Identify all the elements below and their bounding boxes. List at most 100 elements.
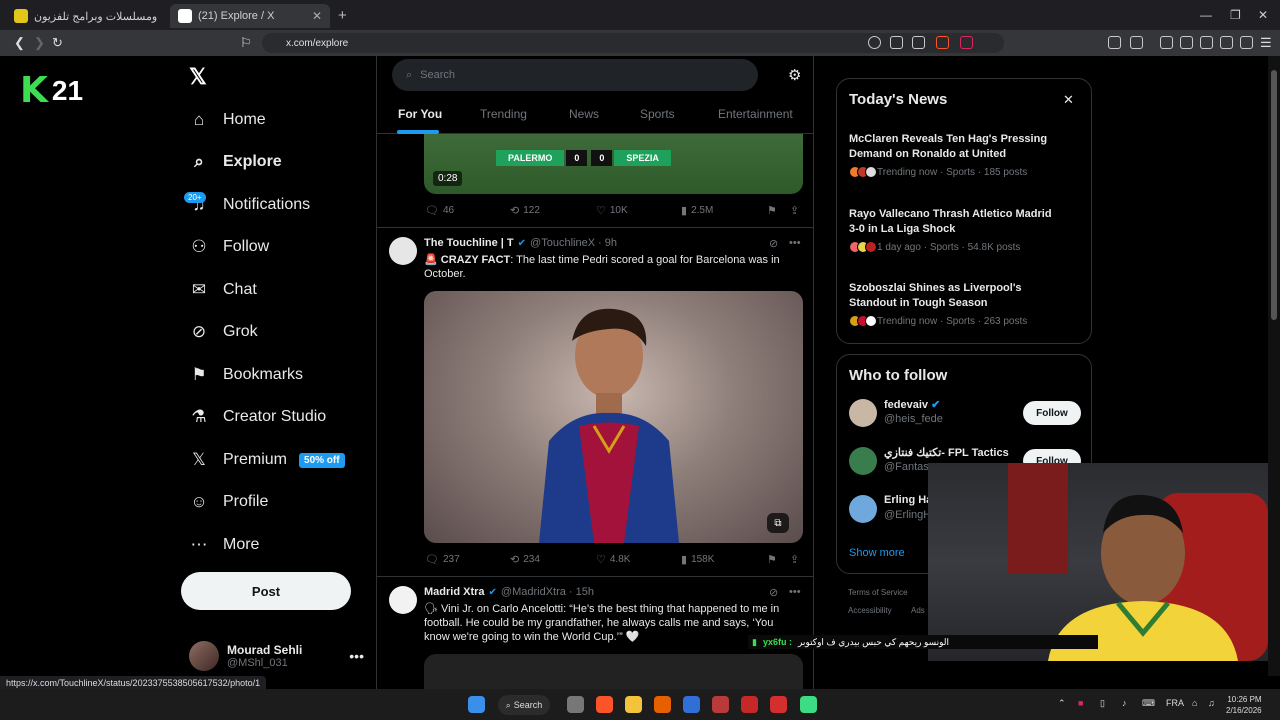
sidebar-item-profile[interactable]: ☺ Profile: [188, 482, 268, 522]
network-icon[interactable]: ⌂: [1192, 698, 1197, 708]
app-icon[interactable]: [683, 696, 700, 713]
reply-button[interactable]: 🗨 46: [425, 204, 454, 217]
start-icon[interactable]: [468, 696, 485, 713]
like-button[interactable]: ♡ 4.8K: [596, 553, 630, 566]
sidebar-item-chat[interactable]: ✉ Chat: [188, 270, 257, 310]
share-button[interactable]: ⇪: [790, 553, 803, 566]
scrollbar-thumb[interactable]: [1271, 70, 1277, 320]
task-view-icon[interactable]: [567, 696, 584, 713]
browser-tab-active[interactable]: (21) Explore / X ✕: [170, 4, 330, 28]
tab-entertainment[interactable]: Entertainment: [718, 107, 793, 121]
menu-icon[interactable]: ☰: [1260, 35, 1272, 51]
sidebar-item-home[interactable]: ⌂ Home: [188, 100, 266, 140]
sidebar-item-explore[interactable]: ⌕ Explore: [188, 142, 281, 182]
tweet-time[interactable]: · 9h: [598, 237, 617, 249]
firefox-icon[interactable]: [654, 696, 671, 713]
tweet-photo[interactable]: ⧉: [424, 291, 803, 543]
keyboard-icon[interactable]: ⌨: [1142, 698, 1155, 709]
back-icon[interactable]: ❮: [14, 35, 25, 51]
mic-icon[interactable]: ♪: [1122, 698, 1127, 708]
close-icon[interactable]: ✕: [1063, 92, 1074, 108]
share-button[interactable]: ⇪: [790, 204, 803, 217]
share-icon[interactable]: [912, 36, 925, 49]
search-input[interactable]: ⌕ Search: [392, 59, 758, 91]
app-icon[interactable]: [770, 696, 787, 713]
brave-app-icon[interactable]: [596, 696, 613, 713]
reply-button[interactable]: 🗨 237: [425, 553, 460, 566]
tab-for-you[interactable]: For You: [398, 107, 442, 121]
post-button[interactable]: Post: [181, 572, 351, 610]
battery-icon[interactable]: ▯: [1100, 698, 1105, 709]
new-tab-icon[interactable]: +: [338, 7, 347, 24]
follow-button[interactable]: Follow: [1023, 401, 1081, 425]
show-more-link[interactable]: Show more: [849, 547, 905, 559]
bookmark-button[interactable]: ⚑: [767, 553, 781, 566]
author-handle[interactable]: @MadridXtra: [501, 586, 566, 598]
taskbar-search[interactable]: ⌕ Search: [498, 695, 550, 715]
sidebar-toggle-icon[interactable]: [1130, 36, 1143, 49]
sidebar-item-follow[interactable]: ⚇ Follow: [188, 227, 269, 267]
wallet-icon[interactable]: [1200, 36, 1213, 49]
language-indicator[interactable]: FRA: [1166, 698, 1184, 708]
media-icon[interactable]: [1160, 36, 1173, 49]
sidebar-item-more[interactable]: ⋯ More: [188, 525, 260, 565]
views-button[interactable]: ▮ 2.5M: [681, 204, 713, 217]
bookmark-page-icon[interactable]: ⚐: [240, 35, 252, 51]
more-icon[interactable]: •••: [789, 586, 801, 598]
like-button[interactable]: ♡ 10K: [596, 204, 628, 217]
news-item[interactable]: McClaren Reveals Ten Hag's Pressing Dema…: [849, 132, 1055, 178]
follow-suggestion[interactable]: fedevaiv ✔ @heis_fede Follow: [849, 397, 1081, 433]
author-name[interactable]: The Touchline | T: [424, 237, 514, 249]
sidebar-item-premium[interactable]: 𝕏 Premium 50% off: [188, 440, 345, 480]
tweet-photo[interactable]: [424, 654, 803, 689]
views-button[interactable]: ▮ 158K: [681, 553, 714, 566]
tweet-time[interactable]: · 15h: [569, 586, 594, 598]
file-explorer-icon[interactable]: [625, 696, 642, 713]
sidebar-item-creator-studio[interactable]: ⚗ Creator Studio: [188, 397, 326, 437]
more-icon[interactable]: •••: [349, 648, 364, 664]
sidebar-item-notifications[interactable]: ♫ Notifications: [188, 185, 311, 225]
cast-icon[interactable]: [890, 36, 903, 49]
author-name[interactable]: Madrid Xtra: [424, 586, 485, 598]
maximize-icon[interactable]: ❐: [1230, 8, 1241, 22]
browser-tab-inactive[interactable]: مشاهدة أفلام ومسلسلات وبرامج تلفزيون: [6, 4, 166, 28]
footer-link-accessibility[interactable]: Accessibility: [848, 606, 892, 615]
brave-rewards-icon[interactable]: [960, 36, 973, 49]
tray-app-icon[interactable]: ■: [1078, 698, 1083, 708]
gear-icon[interactable]: ⚙: [788, 66, 801, 84]
reload-icon[interactable]: ↻: [52, 35, 63, 51]
forward-icon[interactable]: ❯: [34, 35, 45, 51]
grok-icon[interactable]: ⊘: [769, 237, 778, 250]
bookmark-button[interactable]: ⚑: [767, 204, 781, 217]
clock[interactable]: 10:26 PM 2/16/2026: [1226, 694, 1262, 716]
tab-news[interactable]: News: [569, 107, 599, 121]
vpn-icon[interactable]: [1240, 36, 1253, 49]
video-player[interactable]: PALERMO 0 0 SPEZIA 0:28: [424, 134, 803, 194]
sidebar-item-bookmarks[interactable]: ⚑ Bookmarks: [188, 355, 303, 395]
author-handle[interactable]: @TouchlineX: [530, 237, 595, 249]
footer-link-ads[interactable]: Ads: [911, 606, 925, 615]
account-switcher[interactable]: Mourad Sehli @MShl_031 •••: [189, 638, 364, 674]
tab-trending[interactable]: Trending: [480, 107, 527, 121]
tray-chevron-icon[interactable]: ⌃: [1058, 698, 1066, 709]
sidebar-item-grok[interactable]: ⊘ Grok: [188, 312, 258, 352]
zoom-icon[interactable]: [868, 36, 881, 49]
close-tab-icon[interactable]: ✕: [312, 9, 322, 23]
more-icon[interactable]: •••: [789, 237, 801, 249]
news-item[interactable]: Rayo Vallecano Thrash Atletico Madrid 3-…: [849, 207, 1055, 253]
app-icon[interactable]: [712, 696, 729, 713]
app-icon[interactable]: [741, 696, 758, 713]
repost-button[interactable]: ⟲ 234: [510, 553, 540, 566]
volume-icon[interactable]: ♫: [1208, 698, 1215, 708]
news-item[interactable]: Szoboszlai Shines as Liverpool's Standou…: [849, 281, 1055, 327]
tab-sports[interactable]: Sports: [640, 107, 675, 121]
grok-image-icon[interactable]: ⧉: [767, 513, 789, 533]
leo-ai-icon[interactable]: [1220, 36, 1233, 49]
avatar[interactable]: [389, 586, 417, 614]
close-window-icon[interactable]: ✕: [1258, 8, 1268, 22]
avatar[interactable]: [389, 237, 417, 265]
app-icon[interactable]: [800, 696, 817, 713]
reading-icon[interactable]: [1180, 36, 1193, 49]
extension-icon[interactable]: [1108, 36, 1121, 49]
repost-button[interactable]: ⟲ 122: [510, 204, 540, 217]
